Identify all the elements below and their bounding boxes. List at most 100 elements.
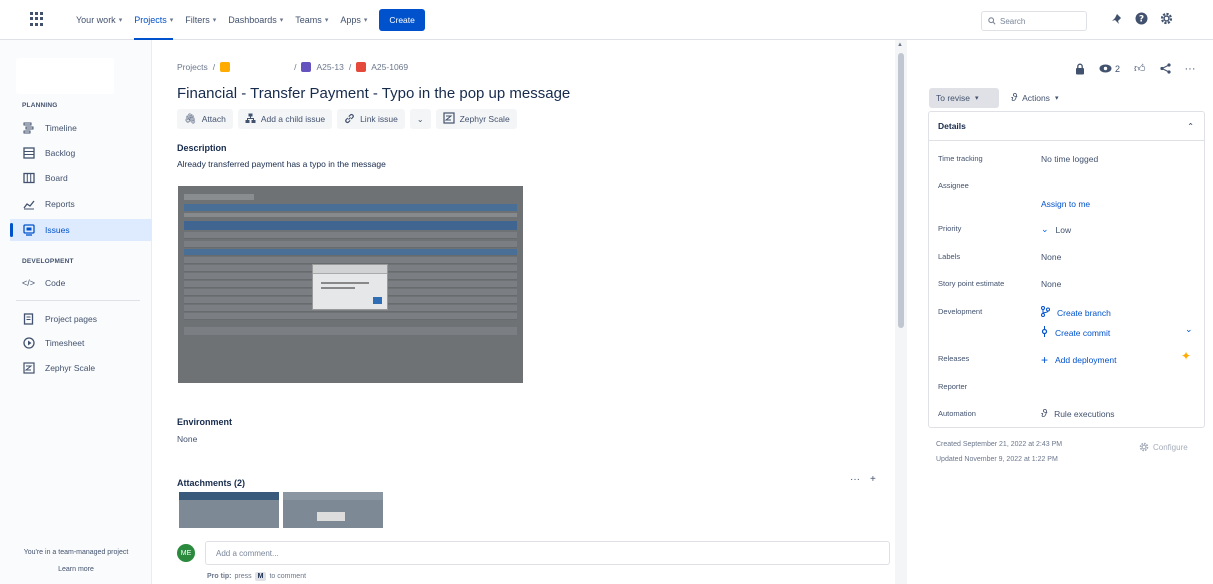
- nav-teams[interactable]: Teams ▾: [295, 0, 328, 40]
- configure-button[interactable]: Configure: [1139, 442, 1188, 452]
- time-tracking-value[interactable]: No time logged: [1041, 154, 1098, 164]
- sparkle-icon[interactable]: ✦: [1181, 349, 1191, 363]
- reports-icon: [22, 198, 35, 211]
- chevron-down-icon[interactable]: ⌄: [1185, 324, 1193, 335]
- protip-prefix: Pro tip:: [207, 573, 232, 580]
- watchers-button[interactable]: 2: [1099, 64, 1120, 74]
- breadcrumb-issue-key[interactable]: A25-1069: [371, 62, 408, 72]
- sidebar: PLANNING Timeline Backlog Board Reports …: [0, 40, 152, 584]
- story-points-value[interactable]: None: [1041, 279, 1061, 289]
- chevron-down-icon: ▾: [279, 17, 284, 24]
- learn-more-link[interactable]: Learn more: [0, 566, 152, 573]
- scrollbar-thumb[interactable]: [898, 53, 904, 328]
- nav-filters[interactable]: Filters ▾: [185, 0, 216, 40]
- nav-label: Apps: [340, 15, 361, 25]
- thumbs-up-icon[interactable]: 👍︎: [1134, 62, 1146, 75]
- more-options-icon[interactable]: ···: [1185, 63, 1196, 75]
- description-heading: Description: [177, 143, 227, 153]
- actions-dropdown[interactable]: ϑ Actions ▾: [1011, 88, 1058, 108]
- help-icon[interactable]: ?: [1135, 12, 1148, 25]
- search-input[interactable]: Search: [981, 11, 1087, 31]
- sidebar-item-code[interactable]: </> Code: [22, 272, 65, 294]
- link-issue-label: Link issue: [360, 114, 398, 124]
- sidebar-item-timesheet[interactable]: Timesheet: [22, 332, 84, 354]
- attachment-icon: 🖇: [184, 113, 197, 125]
- status-dropdown[interactable]: To revise ▾: [929, 88, 999, 108]
- project-avatar-icon[interactable]: [220, 62, 231, 72]
- nav-label: Filters: [185, 15, 210, 25]
- nav-dashboards[interactable]: Dashboards ▾: [228, 0, 283, 40]
- rule-executions-link[interactable]: ϑ Rule executions: [1041, 408, 1115, 420]
- environment-value[interactable]: None: [177, 434, 197, 444]
- attachment-thumbnail[interactable]: [179, 492, 279, 528]
- add-child-issue-button[interactable]: Add a child issue: [237, 109, 333, 129]
- more-actions-dropdown[interactable]: ⌄: [409, 109, 431, 129]
- sidebar-item-board[interactable]: Board: [22, 167, 68, 189]
- sidebar-item-label: Timeline: [45, 123, 77, 133]
- assignee-label: Assignee: [938, 181, 969, 190]
- share-icon[interactable]: [1159, 63, 1171, 74]
- project-header[interactable]: [16, 58, 114, 94]
- assign-to-me-link[interactable]: Assign to me: [1041, 199, 1090, 209]
- sidebar-item-zephyr-scale[interactable]: Zephyr Scale: [22, 357, 95, 379]
- more-options-icon[interactable]: ···: [850, 474, 860, 485]
- sidebar-item-label: Project pages: [45, 314, 97, 324]
- zephyr-icon: [22, 362, 35, 375]
- scroll-up-arrow-icon[interactable]: ▲: [897, 42, 903, 48]
- breadcrumb-parent[interactable]: A25-13: [316, 62, 343, 72]
- comment-row: ME Add a comment...: [177, 541, 890, 565]
- nav-menu: Your work ▾ Projects ▾ Filters ▾ Dashboards…: [76, 0, 425, 40]
- actions-label: Actions: [1022, 93, 1050, 103]
- sidebar-item-issues[interactable]: Issues: [10, 219, 152, 241]
- sidebar-item-reports[interactable]: Reports: [22, 193, 75, 215]
- breadcrumb-projects[interactable]: Projects: [177, 62, 208, 72]
- zephyr-scale-button[interactable]: Zephyr Scale: [435, 109, 517, 129]
- labels-value[interactable]: None: [1041, 252, 1061, 262]
- sidebar-item-label: Zephyr Scale: [45, 363, 96, 373]
- main-scrollbar[interactable]: ▲: [895, 40, 907, 584]
- sidebar-item-timeline[interactable]: Timeline: [22, 117, 77, 139]
- created-timestamp: Created September 21, 2022 at 2:43 PM: [936, 441, 1063, 448]
- issue-side-panel: 2 👍︎ ··· To revise ▾ ϑ Actions ▾ Details…: [907, 40, 1213, 584]
- issue-toolbar: 2 👍︎ ···: [1075, 62, 1196, 75]
- protip-press: press: [234, 573, 252, 580]
- labels-label: Labels: [938, 252, 961, 261]
- nav-label: Teams: [295, 15, 322, 25]
- nav-apps[interactable]: Apps ▾: [340, 0, 367, 40]
- create-branch-label: Create branch: [1057, 307, 1111, 318]
- details-heading: Details: [938, 121, 966, 131]
- description-text[interactable]: Already transferred payment has a typo i…: [177, 159, 386, 169]
- nav-your-work[interactable]: Your work ▾: [76, 0, 122, 40]
- priority-value[interactable]: ⌄ Low: [1041, 224, 1071, 235]
- story-points-label: Story point estimate: [938, 279, 1005, 288]
- app-switcher-icon[interactable]: [30, 12, 44, 26]
- comment-input[interactable]: Add a comment...: [205, 541, 890, 565]
- issue-title[interactable]: Financial - Transfer Payment - Typo in t…: [177, 85, 570, 102]
- create-button[interactable]: Create: [379, 9, 425, 31]
- page-icon: [22, 313, 35, 326]
- timeline-icon: [22, 122, 35, 135]
- sidebar-item-project-pages[interactable]: Project pages: [22, 308, 97, 330]
- create-commit-link[interactable]: Create commit: [1041, 326, 1110, 339]
- attach-button[interactable]: 🖇 Attach: [177, 109, 233, 129]
- details-panel: Details ⌃ Time tracking No time logged A…: [928, 111, 1205, 428]
- epic-icon: [301, 62, 312, 72]
- description-screenshot-image[interactable]: [178, 186, 523, 383]
- notifications-icon[interactable]: [1111, 13, 1123, 25]
- link-issue-button[interactable]: Link issue: [337, 109, 405, 129]
- attachment-thumbnail[interactable]: [283, 492, 383, 528]
- add-attachment-icon[interactable]: +: [870, 474, 876, 485]
- breadcrumb-separator: /: [212, 62, 216, 72]
- create-branch-link[interactable]: Create branch: [1041, 306, 1111, 319]
- lock-icon[interactable]: [1075, 63, 1085, 75]
- link-icon: [344, 113, 355, 126]
- nav-projects[interactable]: Projects ▾: [134, 0, 174, 40]
- settings-gear-icon[interactable]: [1160, 12, 1173, 25]
- add-deployment-link[interactable]: + Add deployment: [1041, 353, 1116, 367]
- details-header[interactable]: Details ⌃: [929, 112, 1204, 141]
- priority-text: Low: [1055, 224, 1072, 235]
- sidebar-item-backlog[interactable]: Backlog: [22, 142, 75, 164]
- sidebar-item-label: Code: [45, 278, 66, 288]
- chevron-down-icon: ▾: [1054, 95, 1059, 102]
- avatar: ME: [177, 544, 195, 562]
